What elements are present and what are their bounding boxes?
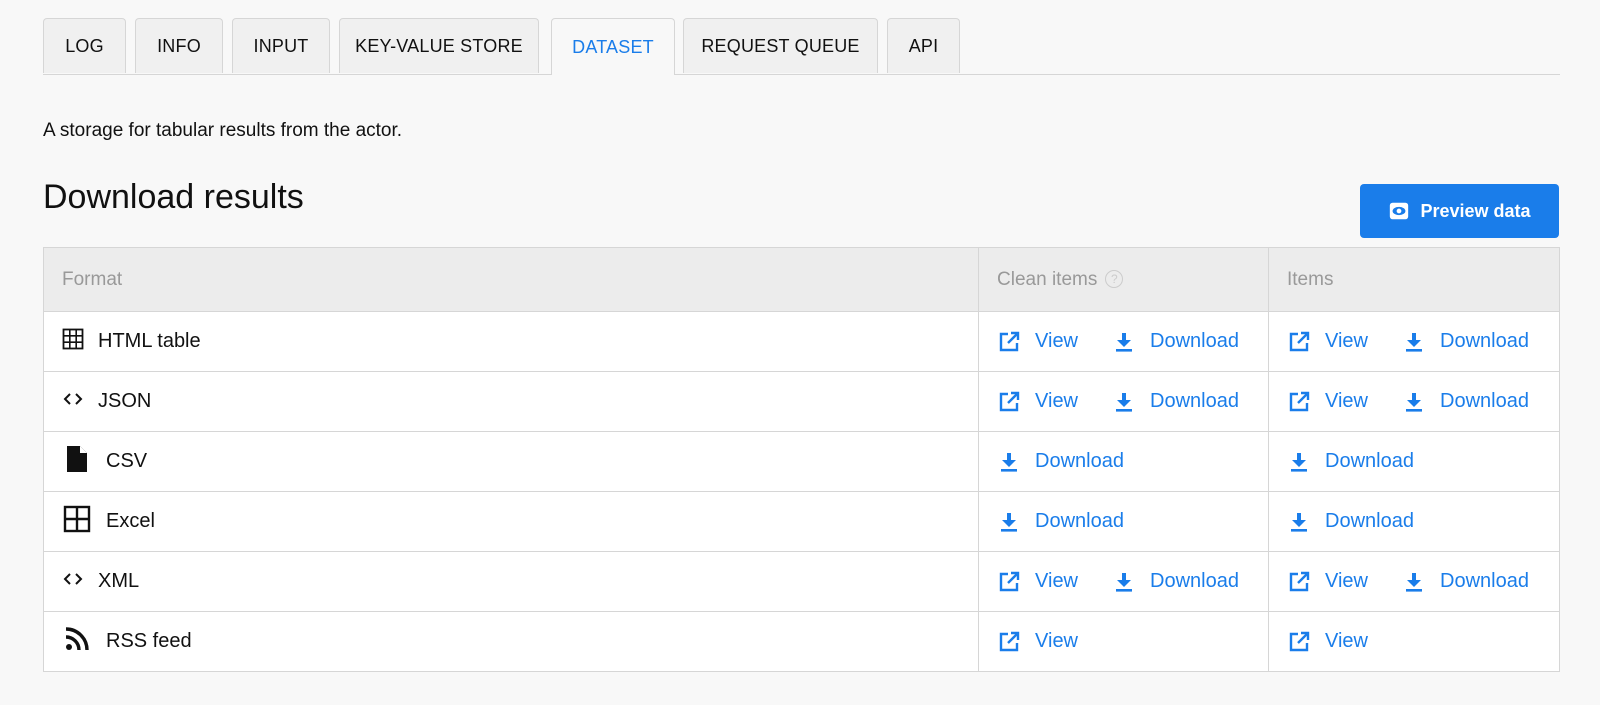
tab-log[interactable]: LOG — [43, 18, 126, 73]
download-icon — [1001, 452, 1018, 472]
view-link[interactable]: View — [997, 570, 1078, 594]
external-link-icon — [1289, 571, 1310, 591]
view-link[interactable]: View — [1287, 630, 1368, 654]
clean-items-cell: View — [978, 611, 1269, 672]
download-results-table: Format Clean items? Items HTML table View… — [42, 247, 1560, 672]
external-link-icon — [1289, 331, 1310, 351]
view-link[interactable]: View — [997, 330, 1078, 354]
format-cell: Excel — [42, 491, 980, 552]
external-link-icon — [999, 331, 1020, 351]
tab-api[interactable]: API — [887, 18, 960, 73]
tab-request-queue[interactable]: REQUEST QUEUE — [683, 18, 878, 73]
view-link[interactable]: View — [997, 390, 1078, 414]
code-icon — [62, 568, 84, 596]
page-title: Download results — [43, 178, 304, 216]
items-cell: View — [1268, 611, 1560, 672]
view-link[interactable]: View — [997, 630, 1078, 654]
format-cell: XML — [42, 551, 980, 612]
view-link[interactable]: View — [1287, 390, 1368, 414]
download-icon — [1001, 512, 1018, 532]
preview-data-label: Preview data — [1420, 200, 1531, 221]
download-link[interactable]: Download — [1287, 510, 1414, 534]
download-link[interactable]: Download — [997, 510, 1124, 534]
code-icon — [62, 388, 84, 416]
preview-data-button[interactable]: Preview data — [1360, 184, 1559, 238]
clean-items-column-header: Clean items? — [978, 247, 1269, 312]
tab-bar: LOG INFO INPUT KEY-VALUE STORE DATASET R… — [43, 18, 1560, 75]
download-icon — [1291, 512, 1307, 532]
tab-input[interactable]: INPUT — [232, 18, 330, 73]
table-row: JSON View Download View Download — [42, 371, 1560, 432]
format-name: XML — [98, 570, 140, 592]
tab-key-value-store[interactable]: KEY-VALUE STORE — [339, 18, 539, 73]
format-cell: HTML table — [42, 311, 980, 372]
download-link[interactable]: Download — [1112, 330, 1239, 354]
external-link-icon — [999, 631, 1020, 651]
dataset-description: A storage for tabular results from the a… — [43, 120, 403, 141]
items-cell: Download — [1268, 431, 1560, 492]
items-cell: View Download — [1268, 551, 1560, 612]
file-icon — [62, 444, 92, 480]
clean-items-cell: View Download — [978, 551, 1269, 612]
download-link[interactable]: Download — [1402, 330, 1529, 354]
external-link-icon — [1289, 391, 1310, 411]
format-name: Excel — [106, 510, 155, 532]
table-row: XML View Download View Download — [42, 551, 1560, 612]
table-row: Excel Download Download — [42, 491, 1560, 552]
download-icon — [1406, 332, 1422, 352]
format-name: RSS feed — [106, 630, 192, 652]
external-link-icon — [1289, 631, 1310, 651]
format-name: JSON — [98, 390, 152, 412]
download-icon — [1406, 392, 1422, 412]
items-cell: Download — [1268, 491, 1560, 552]
download-link[interactable]: Download — [1112, 390, 1239, 414]
clean-items-cell: View Download — [978, 311, 1269, 372]
download-link[interactable]: Download — [997, 450, 1124, 474]
download-link[interactable]: Download — [1112, 570, 1239, 594]
help-icon[interactable]: ? — [1105, 270, 1124, 289]
view-link[interactable]: View — [1287, 570, 1368, 594]
clean-items-cell: Download — [978, 431, 1269, 492]
format-cell: RSS feed — [42, 611, 980, 672]
items-cell: View Download — [1268, 371, 1560, 432]
format-column-header: Format — [42, 247, 980, 312]
format-name: CSV — [106, 450, 148, 472]
download-link[interactable]: Download — [1402, 570, 1529, 594]
download-link[interactable]: Download — [1287, 450, 1414, 474]
format-cell: CSV — [42, 431, 980, 492]
table-row: HTML table View Download View Download — [42, 311, 1560, 372]
external-link-icon — [999, 391, 1020, 411]
items-column-header: Items — [1268, 247, 1560, 312]
clean-items-cell: Download — [978, 491, 1269, 552]
download-icon — [1116, 332, 1133, 352]
view-link[interactable]: View — [1287, 330, 1368, 354]
external-link-icon — [999, 571, 1020, 591]
download-icon — [1116, 572, 1133, 592]
table-grid-icon — [62, 328, 84, 356]
rss-icon — [62, 624, 92, 660]
clean-items-cell: View Download — [978, 371, 1269, 432]
tab-dataset[interactable]: DATASET — [551, 18, 675, 75]
download-icon — [1406, 572, 1422, 592]
table-header-row: Format Clean items? Items — [42, 247, 1560, 312]
eye-icon — [1390, 202, 1409, 220]
download-icon — [1116, 392, 1133, 412]
format-name: HTML table — [98, 330, 201, 352]
table-row: CSV Download Download — [42, 431, 1560, 492]
download-icon — [1291, 452, 1307, 472]
format-cell: JSON — [42, 371, 980, 432]
items-cell: View Download — [1268, 311, 1560, 372]
download-link[interactable]: Download — [1402, 390, 1529, 414]
spreadsheet-icon — [62, 504, 92, 540]
tab-info[interactable]: INFO — [135, 18, 223, 73]
table-row: RSS feed View View — [42, 611, 1560, 672]
